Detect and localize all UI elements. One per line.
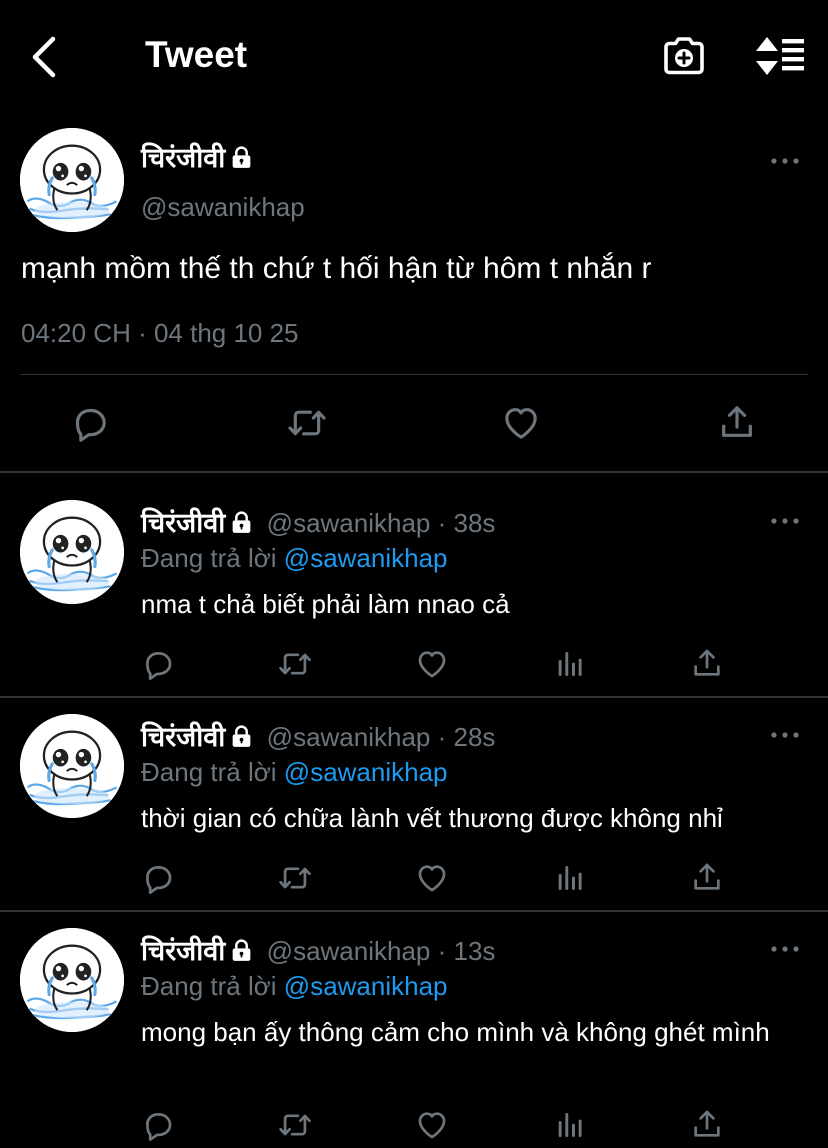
share-icon [690,1106,724,1142]
reply-text: thời gian có chữa lành vết thương được k… [141,803,723,833]
share-icon [717,401,757,443]
more-button[interactable] [770,157,800,167]
replying-to: Đang trả lời @sawanikhap [141,543,448,573]
crying-character-icon [20,714,124,818]
avatar[interactable] [20,928,124,1032]
like-icon [501,403,541,443]
mention-link[interactable]: @sawanikhap [284,543,448,573]
avatar[interactable] [20,128,124,232]
reply-icon [141,1108,175,1142]
reply-button[interactable] [141,647,175,681]
tweet-text: mạnh mồm thế th chứ t hối hận từ hôm t n… [21,252,652,285]
share-icon [690,645,724,681]
retweet-icon [276,647,314,681]
reply-button[interactable] [70,403,110,443]
mention-link[interactable]: @sawanikhap [284,757,448,787]
share-button[interactable] [690,645,724,681]
divider [0,471,828,473]
more-button[interactable] [770,945,800,953]
sort-icon [756,37,804,75]
reply-button[interactable] [141,1108,175,1142]
like-button[interactable] [415,647,449,681]
mention-link[interactable]: @sawanikhap [284,971,448,1001]
views-icon [554,647,586,681]
avatar[interactable] [20,714,124,818]
divider [0,696,828,698]
author-name[interactable]: चिरंजीवी [141,936,225,966]
author-name[interactable]: चिरंजीवी [141,138,254,175]
handle-time: @sawanikhap · 38s [266,508,496,538]
reply-icon [70,403,110,443]
share-icon [690,859,724,895]
share-button[interactable] [690,859,724,895]
reply-header: चिरंजीवी @sawanikhap · 13s [141,931,495,968]
lock-icon [229,510,254,535]
retweet-button[interactable] [276,647,314,681]
more-button[interactable] [770,731,800,739]
handle-time: @sawanikhap · 28s [266,722,496,752]
like-button[interactable] [415,861,449,895]
retweet-button[interactable] [276,861,314,895]
like-icon [415,861,449,895]
reply-icon [141,647,175,681]
retweet-button[interactable] [285,403,329,443]
sort-button[interactable] [754,36,806,76]
author-name[interactable]: चिरंजीवी [141,722,225,752]
like-icon [415,647,449,681]
views-icon [554,861,586,895]
retweet-icon [276,1108,314,1142]
author-name[interactable]: चिरंजीवी [141,508,225,538]
reply-text: mong bạn ấy thông cảm cho mình và không … [141,1017,770,1047]
divider [20,374,808,375]
like-icon [415,1108,449,1142]
tweet-timestamp: 04:20 CH · 04 thg 10 25 [21,318,299,348]
more-icon [770,731,800,739]
author-handle[interactable]: @sawanikhap [141,192,305,223]
replying-to: Đang trả lời @sawanikhap [141,757,448,787]
replying-to: Đang trả lời @sawanikhap [141,971,448,1001]
reply-button[interactable] [141,861,175,895]
back-button[interactable] [26,34,66,80]
more-icon [770,157,800,165]
like-button[interactable] [501,403,541,443]
more-button[interactable] [770,517,800,525]
views-button[interactable] [554,1108,586,1142]
crying-character-icon [20,128,124,232]
crying-character-icon [20,500,124,604]
chevron-left-icon [32,36,56,78]
lock-icon [229,724,254,749]
views-button[interactable] [554,861,586,895]
divider [0,910,828,912]
retweet-button[interactable] [276,1108,314,1142]
share-button[interactable] [690,1106,724,1142]
retweet-icon [276,861,314,895]
avatar[interactable] [20,500,124,604]
camera-add-icon [664,37,704,75]
lock-icon [229,145,254,170]
reply-icon [141,861,175,895]
retweet-icon [285,403,329,443]
camera-button[interactable] [662,36,706,76]
more-icon [770,945,800,953]
views-icon [554,1108,586,1142]
crying-character-icon [20,928,124,1032]
page-title: Tweet [145,34,248,75]
reply-header: चिरंजीवी @sawanikhap · 38s [141,503,495,540]
like-button[interactable] [415,1108,449,1142]
handle-time: @sawanikhap · 13s [266,936,496,966]
views-button[interactable] [554,647,586,681]
reply-text: nma t chả biết phải làm nnao cả [141,589,510,619]
lock-icon [229,938,254,963]
reply-header: चिरंजीवी @sawanikhap · 28s [141,717,495,754]
more-icon [770,517,800,525]
share-button[interactable] [717,401,757,443]
